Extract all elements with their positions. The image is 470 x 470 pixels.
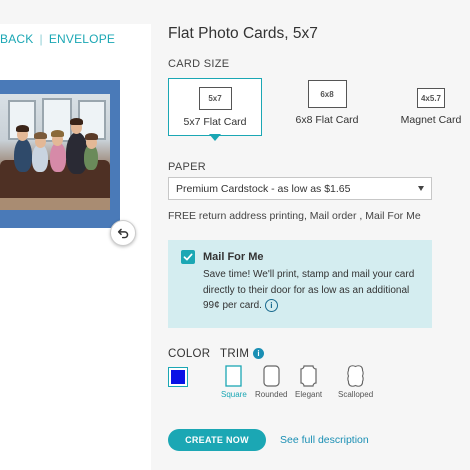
- product-title: Flat Photo Cards, 5x7: [168, 25, 318, 42]
- card-size-label: CARD SIZE: [168, 58, 230, 70]
- size-option-label: 6x8 Flat Card: [295, 114, 359, 126]
- family-photo: [0, 94, 110, 210]
- tab-envelope[interactable]: ENVELOPE: [49, 32, 115, 46]
- info-icon[interactable]: i: [264, 298, 278, 312]
- scalloped-trim-icon: [347, 365, 364, 387]
- card-preview[interactable]: [0, 80, 120, 228]
- paper-note: FREE return address printing, Mail order…: [168, 210, 421, 222]
- trim-info-icon[interactable]: i: [253, 348, 264, 359]
- trim-option-label: Scalloped: [338, 390, 374, 399]
- size-option-label: Magnet Card: [400, 114, 462, 126]
- rotate-button[interactable]: [110, 220, 136, 246]
- checkmark-icon: [183, 253, 193, 261]
- size-thumbnail: 5x7: [198, 87, 232, 110]
- mail-for-me-title: Mail For Me: [203, 251, 264, 263]
- floor: [0, 198, 110, 210]
- size-option-6x8[interactable]: 6x8 6x8 Flat Card: [280, 78, 374, 136]
- trim-option-elegant[interactable]: Elegant: [295, 365, 322, 399]
- size-thumbnail: 4x5.7: [417, 88, 445, 108]
- undo-arrow-icon: [117, 228, 128, 238]
- size-option-label: 5x7 Flat Card: [183, 116, 247, 128]
- paper-select-value: Premium Cardstock - as low as $1.65: [176, 183, 351, 195]
- elegant-trim-icon: [300, 365, 317, 387]
- mail-for-me-description: Save time! We'll print, stamp and mail y…: [203, 267, 421, 314]
- color-swatch-fill: [171, 370, 185, 384]
- trim-option-square[interactable]: Square: [221, 365, 247, 399]
- trim-option-scalloped[interactable]: Scalloped: [338, 365, 373, 399]
- paper-select[interactable]: Premium Cardstock - as low as $1.65: [168, 177, 432, 200]
- trim-option-label: Rounded: [255, 390, 288, 399]
- create-now-button[interactable]: CREATE NOW: [168, 429, 266, 451]
- tab-separator: |: [39, 32, 43, 46]
- size-option-5x7[interactable]: 5x7 5x7 Flat Card: [168, 78, 262, 136]
- color-swatch[interactable]: [168, 367, 188, 387]
- trim-option-label: Square: [221, 390, 247, 399]
- person: [32, 144, 48, 172]
- selected-pointer: [209, 134, 221, 141]
- mail-for-me-text: Save time! We'll print, stamp and mail y…: [203, 269, 415, 311]
- paper-label: PAPER: [168, 161, 206, 173]
- chevron-down-icon: [418, 186, 424, 191]
- preview-view-tabs: BACK | ENVELOPE: [0, 32, 115, 46]
- person: [14, 138, 32, 172]
- trim-option-rounded[interactable]: Rounded: [255, 365, 287, 399]
- trim-option-label: Elegant: [295, 390, 323, 399]
- color-label: COLOR: [168, 348, 211, 360]
- tab-back[interactable]: BACK: [0, 32, 33, 46]
- square-trim-icon: [225, 365, 243, 387]
- mail-for-me-box: Mail For Me Save time! We'll print, stam…: [168, 240, 432, 328]
- product-options-panel: Flat Photo Cards, 5x7 CARD SIZE 5x7 5x7 …: [168, 0, 470, 470]
- size-thumbnail: 6x8: [307, 80, 347, 108]
- size-option-magnet[interactable]: 4x5.7 Magnet Card: [392, 78, 470, 136]
- mail-for-me-checkbox[interactable]: [181, 250, 195, 264]
- rounded-trim-icon: [263, 365, 280, 387]
- trim-label: TRIM: [220, 348, 250, 360]
- see-full-description-link[interactable]: See full description: [280, 434, 369, 446]
- person: [50, 142, 66, 172]
- card-preview-panel: BACK | ENVELOPE: [0, 24, 151, 470]
